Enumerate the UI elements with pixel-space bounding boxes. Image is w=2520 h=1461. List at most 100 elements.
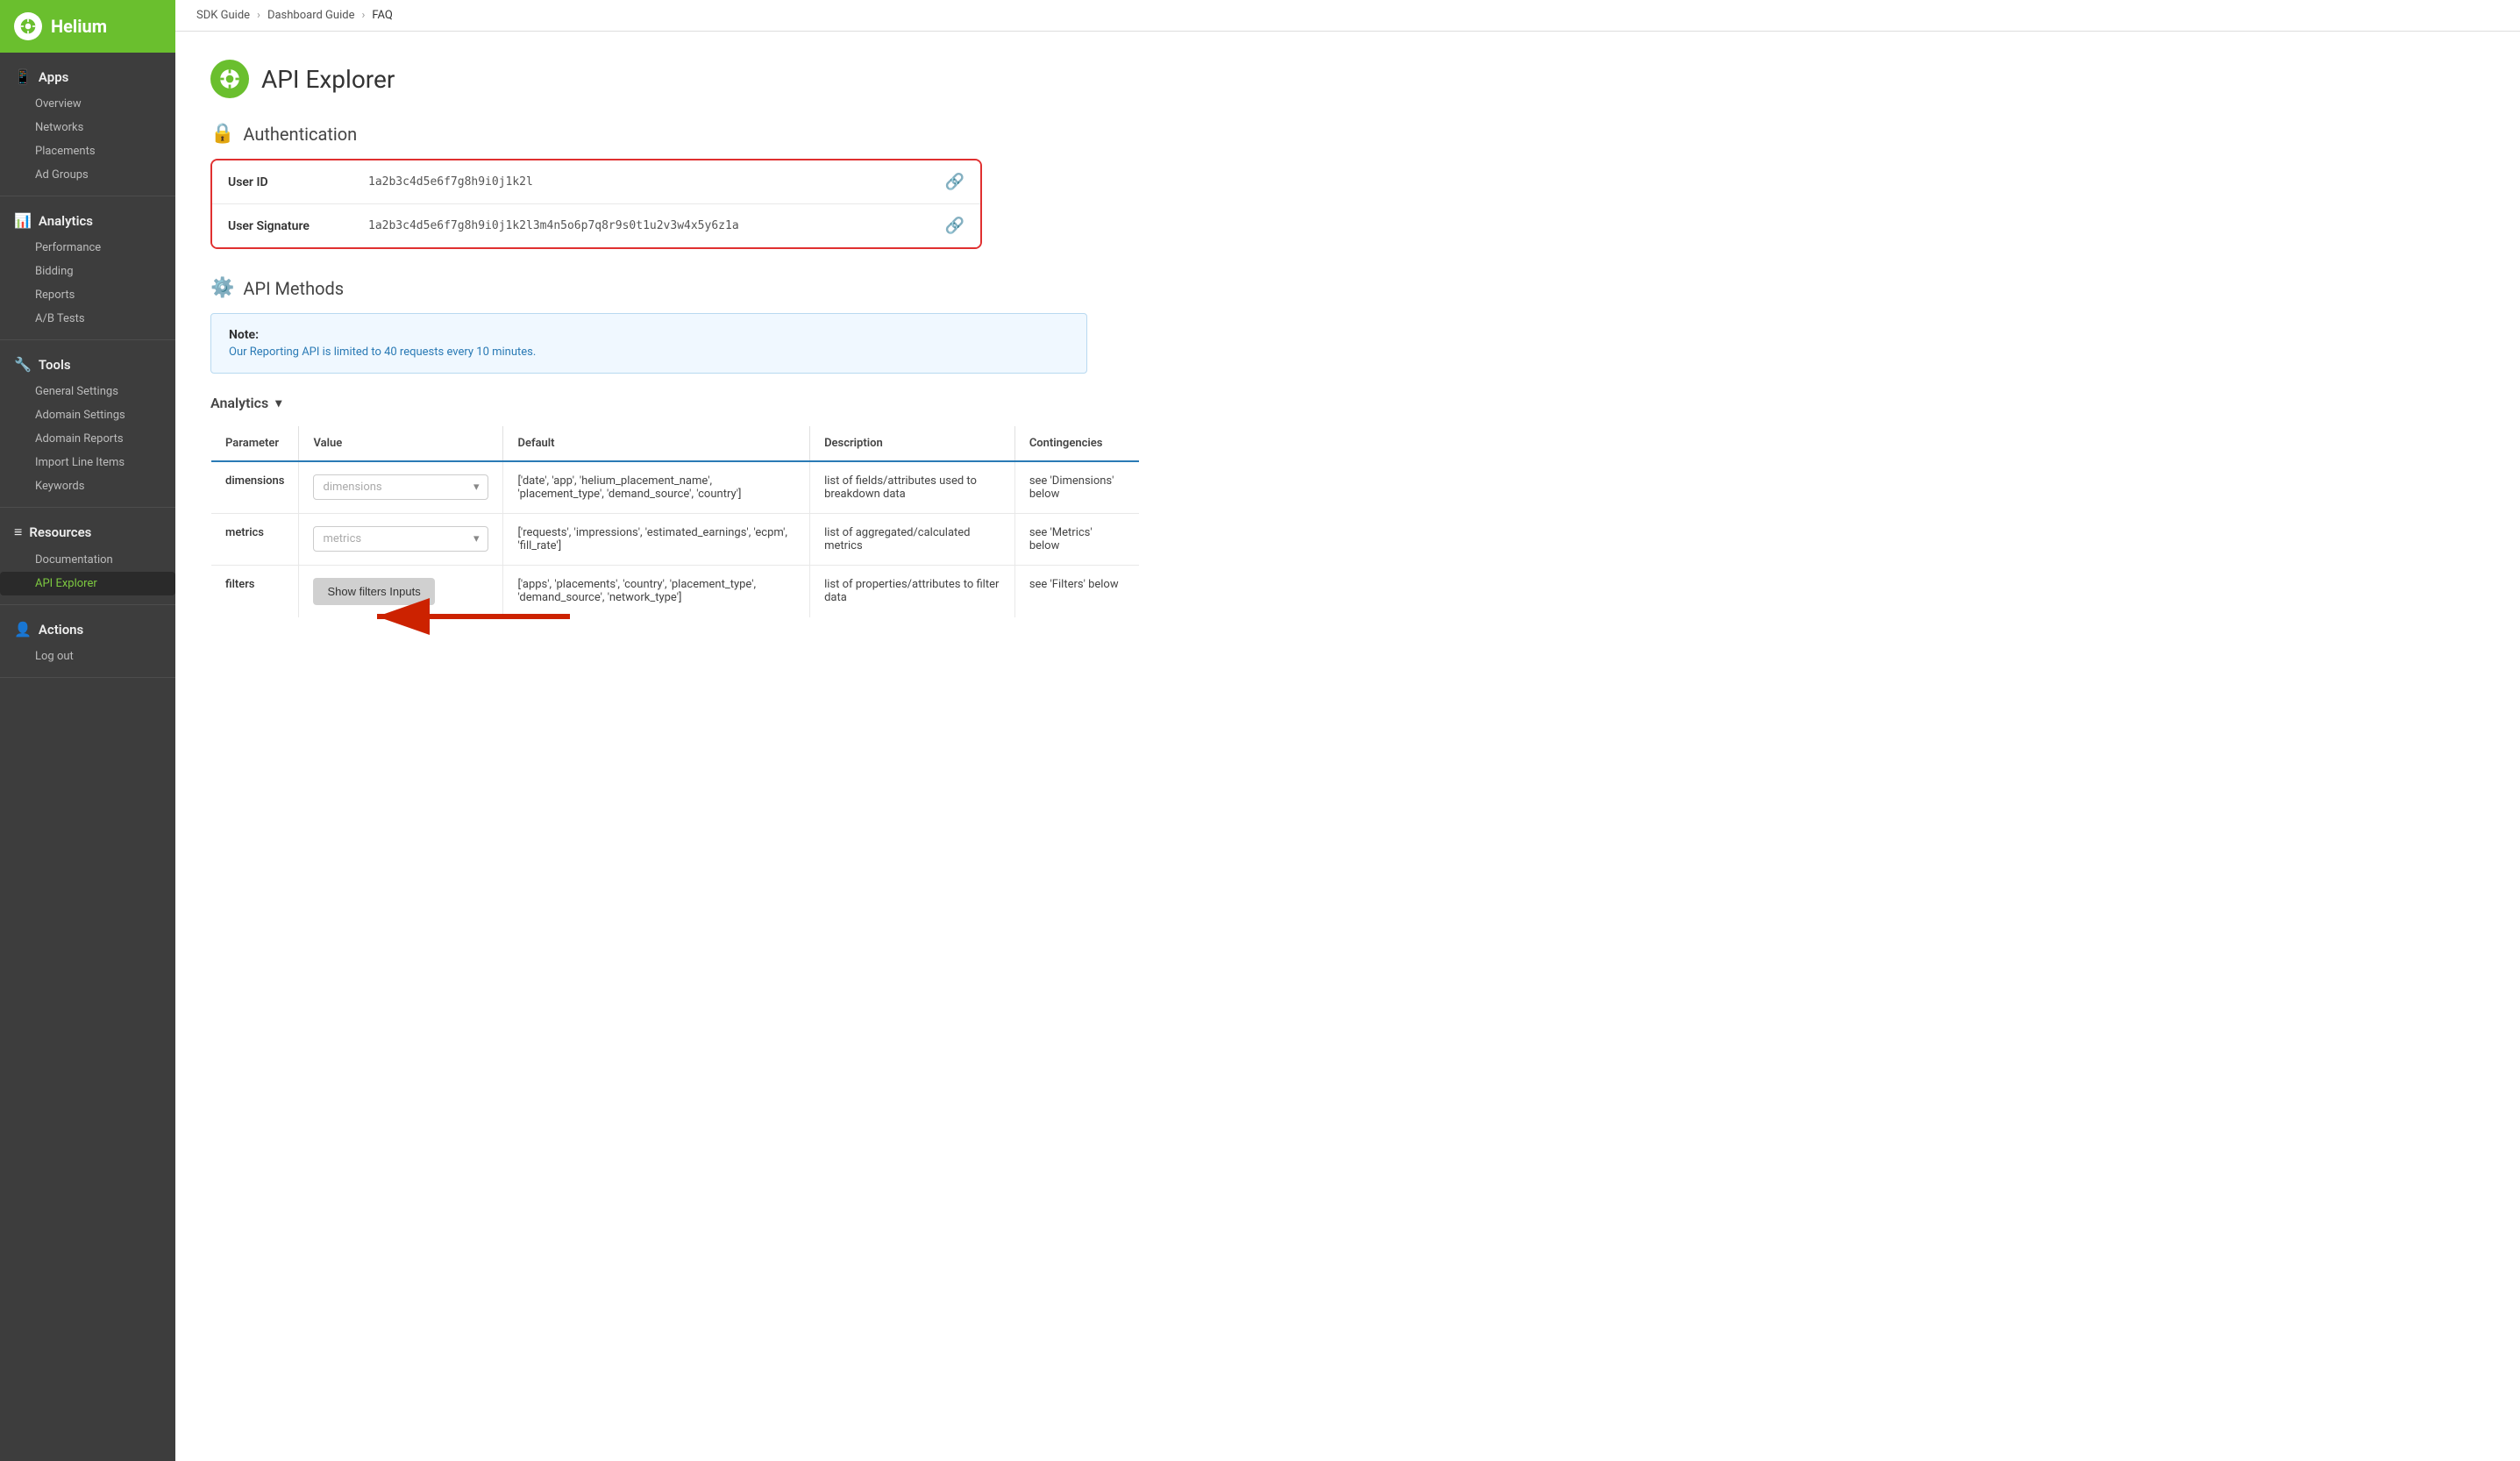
sidebar-item-performance[interactable]: Performance (0, 236, 175, 260)
value-metrics: metrics ▾ (299, 514, 503, 566)
table-header-row: Parameter Value Default Description Cont… (211, 426, 1140, 462)
analytics-icon: 📊 (14, 212, 32, 229)
auth-row-userid: User ID 1a2b3c4d5e6f7g8h9i0j1k2l 🔗 (212, 160, 980, 204)
actions-label: Actions (39, 622, 83, 638)
note-title: Note: (229, 328, 1069, 342)
sidebar-item-api-explorer[interactable]: API Explorer (0, 572, 175, 595)
table-row: metrics metrics ▾ ['requests', 'impressi… (211, 514, 1140, 566)
auth-signature-value: 1a2b3c4d5e6f7g8h9i0j1k2l3m4n5o6p7q8r9s0t… (368, 219, 945, 232)
description-filters: list of properties/attributes to filter … (810, 566, 1015, 618)
breadcrumb-dashboard-guide[interactable]: Dashboard Guide (267, 9, 355, 22)
sidebar: Helium 📱 Apps Overview Networks Placemen… (0, 0, 175, 1461)
auth-userid-label: User ID (228, 175, 368, 189)
apps-label: Apps (39, 69, 68, 85)
analytics-label: Analytics (39, 213, 93, 229)
auth-section-title-row: 🔒 Authentication (210, 123, 2485, 145)
sidebar-section-tools: 🔧 Tools General Settings Adomain Setting… (0, 340, 175, 508)
sidebar-item-ab-tests[interactable]: A/B Tests (0, 307, 175, 331)
sidebar-section-resources-header[interactable]: ≡ Resources (0, 517, 175, 548)
auth-signature-copy-icon[interactable]: 🔗 (945, 217, 965, 235)
sidebar-item-overview[interactable]: Overview (0, 92, 175, 116)
metrics-select-placeholder: metrics (323, 532, 361, 545)
actions-icon: 👤 (14, 621, 32, 638)
sidebar-section-apps: 📱 Apps Overview Networks Placements Ad G… (0, 53, 175, 196)
table-row: filters Show filters Inputs ['apps', 'pl… (211, 566, 1140, 618)
note-box: Note: Our Reporting API is limited to 40… (210, 313, 1087, 374)
metrics-select[interactable]: metrics ▾ (313, 526, 488, 552)
sidebar-section-analytics: 📊 Analytics Performance Bidding Reports … (0, 196, 175, 340)
note-body: Our Reporting API is limited to 40 reque… (229, 346, 1069, 359)
page-title-row: API Explorer (210, 60, 2485, 98)
value-filters: Show filters Inputs (299, 566, 503, 618)
api-methods-section-title: API Methods (243, 278, 344, 299)
topbar: SDK Guide › Dashboard Guide › FAQ (175, 0, 2520, 32)
contingencies-filters: see 'Filters' below (1014, 566, 1139, 618)
sidebar-item-import-line-items[interactable]: Import Line Items (0, 451, 175, 474)
dimensions-select-placeholder: dimensions (323, 481, 381, 494)
contingencies-dimensions: see 'Dimensions' below (1014, 461, 1139, 514)
table-header-default: Default (503, 426, 810, 462)
app-logo (14, 12, 42, 40)
resources-label: Resources (29, 524, 91, 540)
sidebar-item-documentation[interactable]: Documentation (0, 548, 175, 572)
sidebar-item-networks[interactable]: Networks (0, 116, 175, 139)
sidebar-section-actions: 👤 Actions Log out (0, 605, 175, 678)
page-title: API Explorer (261, 65, 395, 94)
auth-lock-icon: 🔒 (210, 123, 234, 145)
main-area: SDK Guide › Dashboard Guide › FAQ API Ex… (175, 0, 2520, 1461)
sidebar-section-tools-header[interactable]: 🔧 Tools (0, 349, 175, 380)
default-metrics: ['requests', 'impressions', 'estimated_e… (503, 514, 810, 566)
description-dimensions: list of fields/attributes used to breakd… (810, 461, 1015, 514)
sidebar-header: Helium (0, 0, 175, 53)
sidebar-item-adomain-reports[interactable]: Adomain Reports (0, 427, 175, 451)
sidebar-item-ad-groups[interactable]: Ad Groups (0, 163, 175, 187)
auth-signature-label: User Signature (228, 219, 368, 233)
sidebar-item-keywords[interactable]: Keywords (0, 474, 175, 498)
api-methods-table: Parameter Value Default Description Cont… (210, 425, 1140, 618)
sidebar-item-log-out[interactable]: Log out (0, 645, 175, 668)
description-metrics: list of aggregated/calculated metrics (810, 514, 1015, 566)
analytics-dropdown-label: Analytics (210, 395, 268, 411)
auth-section-title: Authentication (243, 124, 357, 145)
param-filters: filters (211, 566, 299, 618)
table-header-parameter: Parameter (211, 426, 299, 462)
sidebar-section-actions-header[interactable]: 👤 Actions (0, 614, 175, 645)
breadcrumb-faq: FAQ (372, 9, 392, 22)
table-row: dimensions dimensions ▾ ['date', 'app', … (211, 461, 1140, 514)
apps-icon: 📱 (14, 68, 32, 85)
value-dimensions: dimensions ▾ (299, 461, 503, 514)
show-filters-button[interactable]: Show filters Inputs (313, 578, 434, 605)
dimensions-select[interactable]: dimensions ▾ (313, 474, 488, 500)
auth-row-signature: User Signature 1a2b3c4d5e6f7g8h9i0j1k2l3… (212, 204, 980, 247)
default-filters: ['apps', 'placements', 'country', 'place… (503, 566, 810, 618)
breadcrumb-sdk-guide[interactable]: SDK Guide (196, 9, 250, 22)
sidebar-item-adomain-settings[interactable]: Adomain Settings (0, 403, 175, 427)
param-metrics: metrics (211, 514, 299, 566)
table-header-description: Description (810, 426, 1015, 462)
default-dimensions: ['date', 'app', 'helium_placement_name',… (503, 461, 810, 514)
analytics-dropdown-header[interactable]: Analytics ▾ (210, 395, 2485, 411)
metrics-select-arrow: ▾ (473, 532, 480, 545)
breadcrumb-sep-1: › (257, 9, 260, 22)
auth-userid-value: 1a2b3c4d5e6f7g8h9i0j1k2l (368, 175, 945, 189)
api-explorer-icon (210, 60, 249, 98)
api-methods-gear-icon: ⚙️ (210, 277, 234, 299)
resources-icon: ≡ (14, 524, 22, 541)
table-header-value: Value (299, 426, 503, 462)
tools-icon: 🔧 (14, 356, 32, 373)
chevron-down-icon: ▾ (275, 396, 281, 410)
sidebar-item-general-settings[interactable]: General Settings (0, 380, 175, 403)
api-methods-section-title-row: ⚙️ API Methods (210, 277, 2485, 299)
auth-box: User ID 1a2b3c4d5e6f7g8h9i0j1k2l 🔗 User … (210, 159, 982, 249)
sidebar-item-reports[interactable]: Reports (0, 283, 175, 307)
contingencies-metrics: see 'Metrics' below (1014, 514, 1139, 566)
auth-userid-copy-icon[interactable]: 🔗 (945, 173, 965, 191)
content-area: API Explorer 🔒 Authentication User ID 1a… (175, 32, 2520, 1461)
sidebar-section-apps-header[interactable]: 📱 Apps (0, 61, 175, 92)
breadcrumb-sep-2: › (361, 9, 365, 22)
sidebar-section-resources: ≡ Resources Documentation API Explorer (0, 508, 175, 605)
sidebar-item-placements[interactable]: Placements (0, 139, 175, 163)
sidebar-item-bidding[interactable]: Bidding (0, 260, 175, 283)
sidebar-section-analytics-header[interactable]: 📊 Analytics (0, 205, 175, 236)
tools-label: Tools (39, 357, 71, 373)
